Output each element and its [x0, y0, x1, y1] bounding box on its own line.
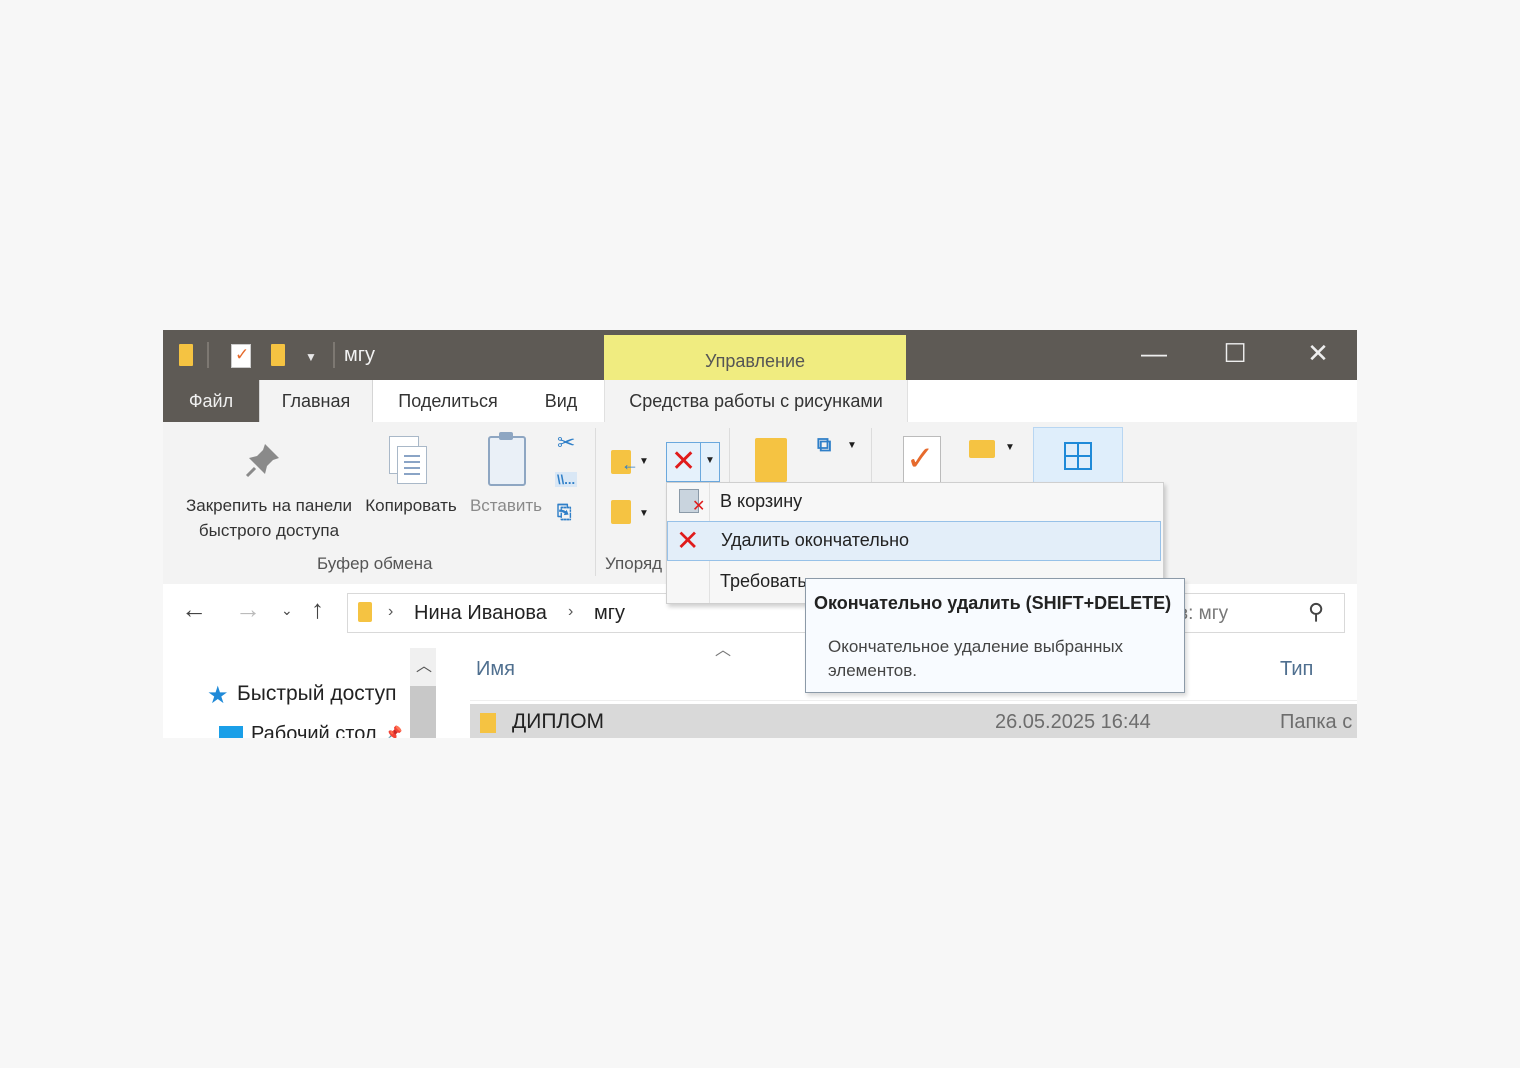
tooltip-body: Окончательное удаление выбранных элемент…: [828, 637, 1124, 680]
context-tab-band: Управление: [604, 335, 906, 380]
search-icon[interactable]: ⚲: [1308, 599, 1324, 625]
group-clipboard-label: Буфер обмена: [317, 554, 433, 573]
pin-icon: 📌: [385, 725, 403, 738]
quick-access-dropdown-icon[interactable]: ▼: [305, 350, 317, 364]
divider: [595, 428, 596, 576]
grid-icon: [1064, 442, 1092, 470]
tab-file[interactable]: Файл: [163, 380, 259, 422]
move-dropdown-icon[interactable]: ▼: [639, 456, 649, 467]
file-date: 26.05.2025 16:44: [995, 711, 1151, 733]
select-all-button[interactable]: [1033, 427, 1123, 489]
explorer-window: ✓ ▼ мгу Управление — ☐ ✕ Файл Главная По…: [163, 330, 1357, 738]
star-icon: ★: [207, 682, 229, 709]
tab-picture-tools-label: Средства работы с рисунками: [629, 391, 883, 411]
up-button[interactable]: ↑: [311, 594, 324, 625]
open-icon[interactable]: [969, 440, 995, 458]
folder-icon: [179, 344, 193, 366]
recent-dropdown-icon[interactable]: ⌄: [281, 602, 293, 619]
delete-x-icon: ✕: [671, 445, 697, 478]
search-input[interactable]: в: мгу: [1178, 603, 1228, 625]
properties-icon[interactable]: ✓: [231, 344, 251, 368]
nav-quick-access[interactable]: Быстрый доступ: [237, 682, 397, 706]
cut-icon[interactable]: ✂: [557, 430, 575, 456]
group-organize-label: Упоряд: [605, 554, 663, 573]
close-button[interactable]: ✕: [1298, 338, 1338, 369]
file-name: ДИПЛОМ: [512, 710, 605, 733]
chevron-down-icon[interactable]: ▼: [705, 455, 715, 466]
divider: [207, 342, 209, 368]
copy-path-icon[interactable]: \\...: [555, 472, 578, 487]
column-header-type[interactable]: Тип: [1280, 658, 1313, 681]
menu-item-label: Удалить окончательно: [721, 530, 910, 550]
divider: [470, 700, 1357, 701]
folder-icon: [358, 602, 372, 622]
delete-button[interactable]: ✕ ▼: [666, 442, 720, 482]
recycle-bin-icon: ✕: [679, 489, 705, 515]
nav-desktop[interactable]: Рабочий стол: [251, 723, 377, 738]
new-item-dropdown-icon[interactable]: ▼: [847, 440, 857, 451]
menu-item-recycle[interactable]: ✕ В корзину: [667, 483, 1161, 521]
file-type: Папка с: [1280, 711, 1353, 733]
sort-indicator-icon: ︿: [715, 642, 732, 659]
pin-label-1[interactable]: Закрепить на панели: [173, 496, 365, 516]
tab-home[interactable]: Главная: [259, 380, 373, 422]
paste-button[interactable]: Вставить: [463, 496, 549, 516]
breadcrumb-user[interactable]: Нина Иванова: [414, 602, 547, 625]
new-folder-large-icon[interactable]: [755, 438, 787, 482]
menu-item-label: В корзину: [720, 491, 803, 511]
pin-label-2[interactable]: быстрого доступа: [173, 521, 365, 541]
paste-icon[interactable]: [488, 432, 526, 486]
title-bar: ✓ ▼ мгу Управление — ☐ ✕: [163, 330, 1357, 380]
open-dropdown-icon[interactable]: ▼: [1005, 442, 1015, 453]
window-title: мгу: [344, 344, 376, 366]
divider: [333, 342, 335, 368]
menu-item-delete-permanently[interactable]: ✕ Удалить окончательно: [667, 521, 1161, 561]
scroll-thumb[interactable]: [410, 686, 436, 738]
scroll-up-icon[interactable]: ︿: [416, 652, 432, 676]
ribbon-tabs: Файл Главная Поделиться Вид Средства раб…: [163, 380, 1357, 466]
tab-view[interactable]: Вид: [533, 380, 589, 422]
copy-to-dropdown-icon[interactable]: ▼: [639, 508, 649, 519]
nav-scrollbar[interactable]: ︿: [410, 648, 436, 738]
copy-to-icon[interactable]: [611, 500, 631, 524]
delete-x-icon: ✕: [676, 525, 700, 556]
table-row[interactable]: ДИПЛОМ 26.05.2025 16:44 Папка с: [470, 704, 1357, 738]
menu-item-label: Требовать: [720, 571, 807, 591]
back-button[interactable]: ←: [181, 594, 207, 625]
new-item-icon[interactable]: ⧉: [817, 434, 831, 457]
pin-icon[interactable]: [243, 440, 283, 480]
chevron-right-icon[interactable]: ›: [568, 603, 573, 621]
chevron-right-icon[interactable]: ›: [388, 603, 393, 621]
desktop-icon: [219, 726, 243, 738]
properties-large-icon[interactable]: ✓: [903, 436, 941, 484]
tooltip-title: Окончательно удалить (SHIFT+DELETE): [814, 593, 1172, 613]
minimize-button[interactable]: —: [1134, 338, 1174, 369]
context-band-label: Управление: [704, 351, 806, 371]
tab-share[interactable]: Поделиться: [385, 380, 511, 422]
breadcrumb-folder[interactable]: мгу: [594, 602, 625, 625]
paste-shortcut-icon[interactable]: ⎘: [557, 502, 571, 523]
forward-button[interactable]: →: [235, 594, 261, 625]
new-folder-icon[interactable]: [271, 344, 285, 366]
copy-button[interactable]: Копировать: [359, 496, 463, 516]
tooltip: Окончательно удалить (SHIFT+DELETE) Окон…: [805, 578, 1185, 693]
tab-picture-tools[interactable]: Средства работы с рисунками: [604, 380, 908, 422]
folder-icon: [480, 713, 496, 733]
move-arrow-icon: ←: [621, 454, 639, 474]
column-header-name[interactable]: Имя: [476, 658, 515, 681]
maximize-button[interactable]: ☐: [1215, 338, 1255, 369]
